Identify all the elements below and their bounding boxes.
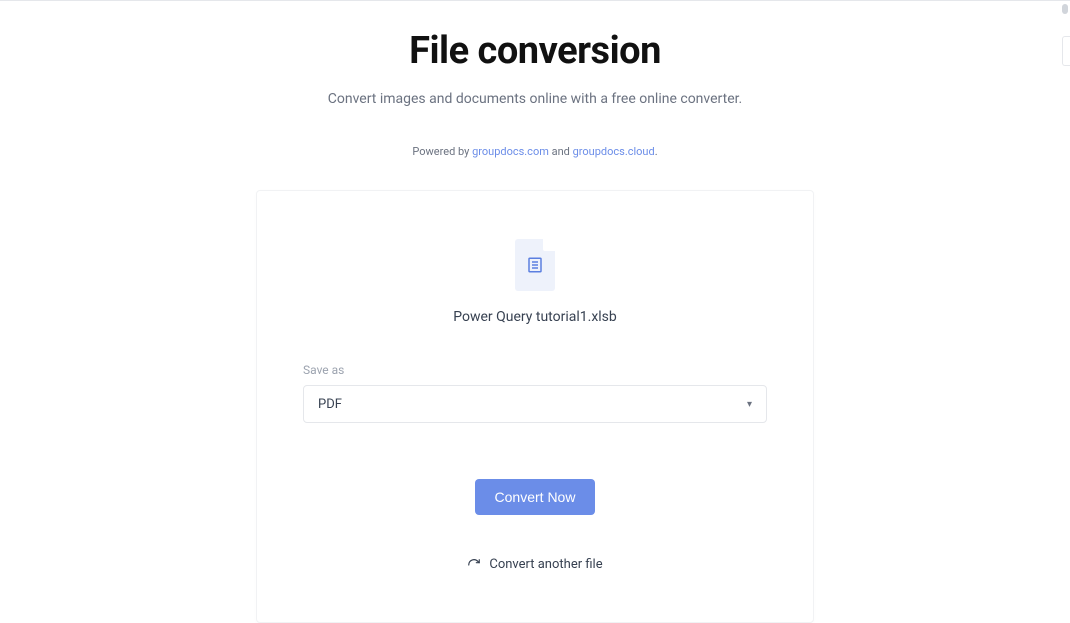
convert-another-link[interactable]: Convert another file — [303, 557, 767, 572]
save-as-label: Save as — [303, 363, 767, 377]
convert-now-button[interactable]: Convert Now — [475, 479, 596, 515]
powered-by-text: Powered by groupdocs.com and groupdocs.c… — [0, 145, 1070, 158]
powered-prefix: Powered by — [412, 145, 472, 158]
file-icon-wrap — [303, 239, 767, 291]
page-title: File conversion — [0, 29, 1070, 73]
file-icon — [515, 239, 555, 291]
chevron-down-icon: ▾ — [747, 399, 752, 410]
format-dropdown[interactable]: PDF ▾ — [303, 385, 767, 423]
powered-link-groupdocs-cloud[interactable]: groupdocs.cloud — [573, 145, 655, 158]
scrollbar-thumb[interactable] — [1062, 4, 1068, 14]
uploaded-filename: Power Query tutorial1.xlsb — [303, 309, 767, 325]
convert-another-label: Convert another file — [489, 557, 602, 572]
format-selected: PDF — [318, 397, 342, 412]
page-subtitle: Convert images and documents online with… — [0, 91, 1070, 107]
powered-mid: and — [549, 145, 573, 158]
side-panel-edge — [1062, 36, 1070, 66]
refresh-icon — [467, 558, 481, 572]
conversion-card: Power Query tutorial1.xlsb Save as PDF ▾… — [256, 190, 814, 623]
powered-link-groupdocs-com[interactable]: groupdocs.com — [472, 145, 549, 158]
page-header: File conversion Convert images and docum… — [0, 1, 1070, 158]
powered-suffix: . — [655, 145, 658, 158]
